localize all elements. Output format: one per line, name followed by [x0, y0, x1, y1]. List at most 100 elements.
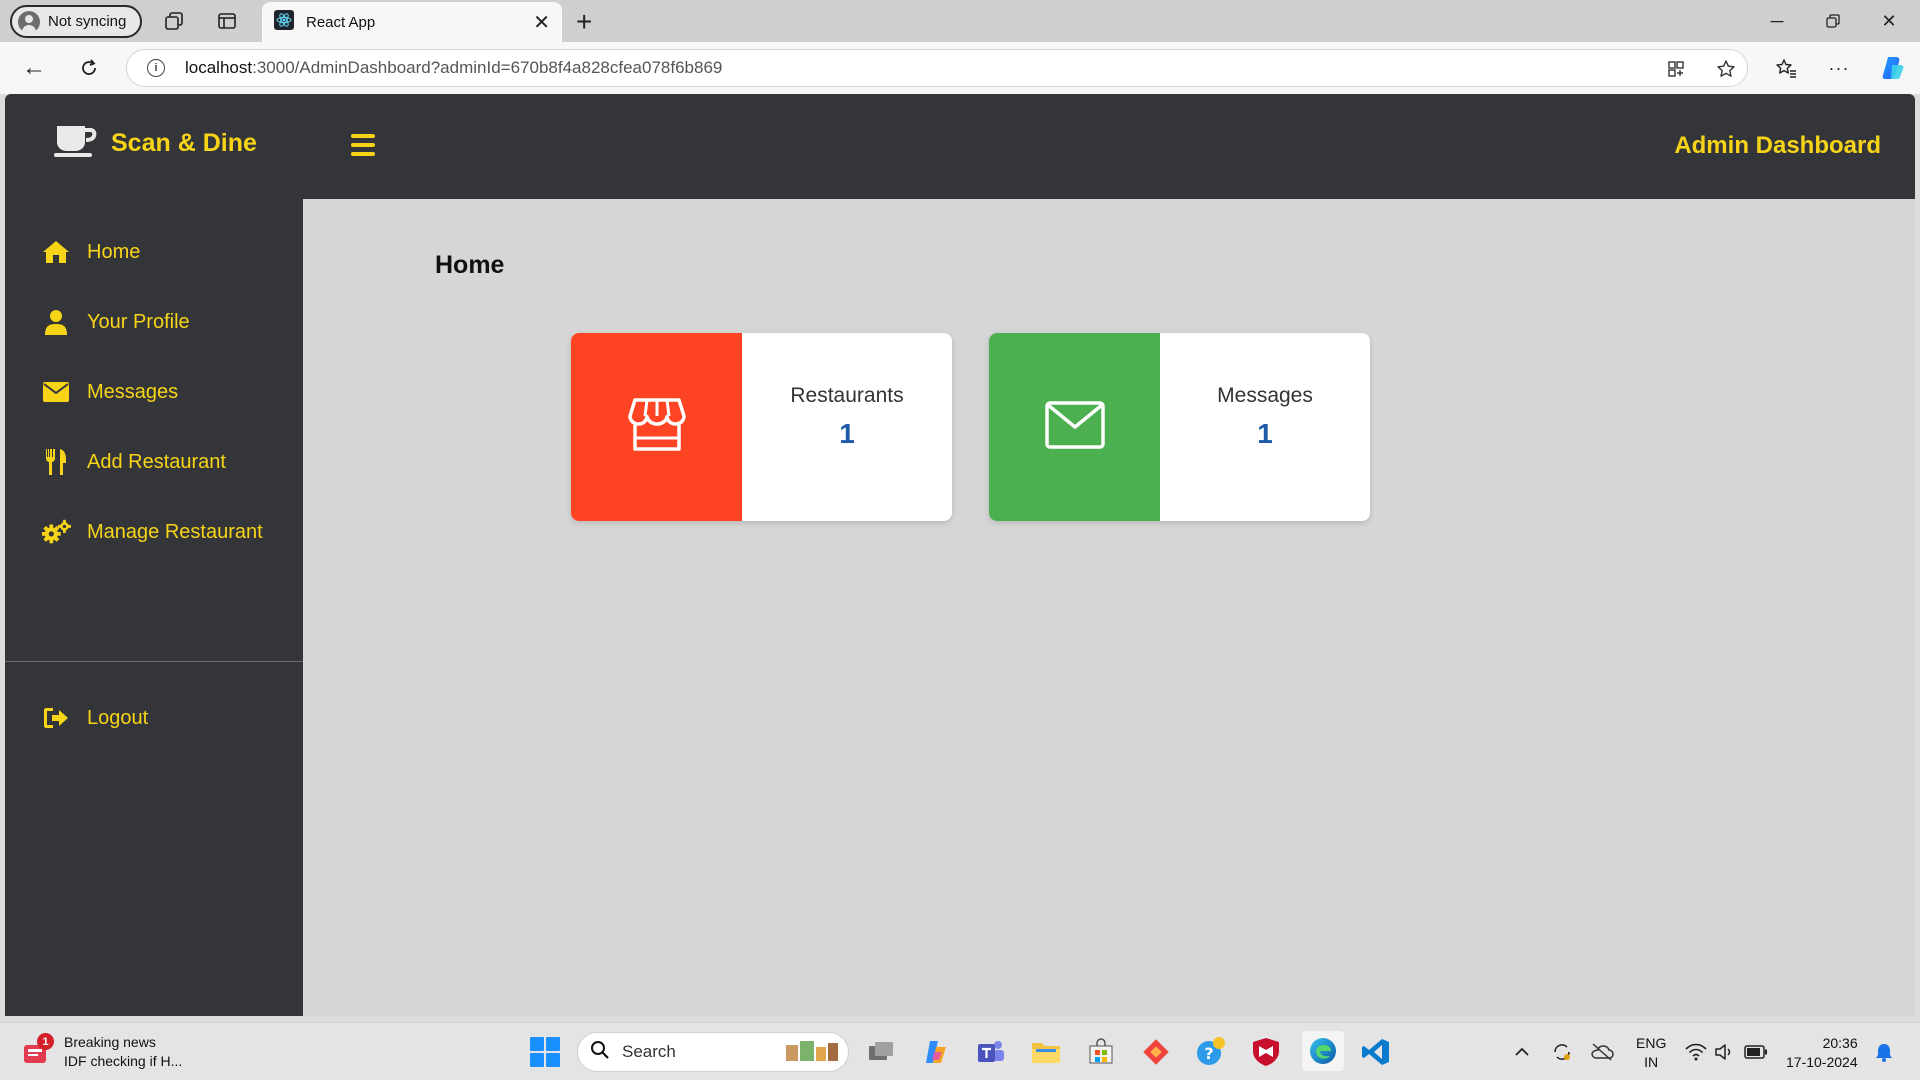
search-icon [590, 1040, 610, 1065]
card-icon-box [989, 333, 1160, 521]
help-icon[interactable]: ? [1194, 1035, 1228, 1069]
sidebar-item-label: Home [87, 240, 141, 263]
sidebar-item-manage-restaurant[interactable]: Manage Restaurant [5, 507, 303, 557]
sync-icon[interactable] [1550, 1040, 1574, 1064]
sign-out-icon [41, 703, 71, 733]
sidebar-item-add-restaurant[interactable]: Add Restaurant [5, 437, 303, 487]
brand-logo[interactable]: Scan & Dine [53, 124, 257, 163]
browser-toolbar: ← i localhost:3000/AdminDashboard?adminI… [0, 42, 1920, 94]
wifi-icon[interactable] [1684, 1040, 1708, 1064]
windows-start-icon[interactable] [530, 1037, 560, 1067]
sidebar-item-logout[interactable]: Logout [5, 693, 303, 743]
favorite-star-icon[interactable] [1715, 58, 1737, 80]
system-clock[interactable]: 20:36 17-10-2024 [1786, 1034, 1858, 1072]
app-header: Scan & Dine Admin Dashboard [5, 94, 1915, 199]
file-explorer-icon[interactable] [1029, 1035, 1063, 1069]
workspaces-icon[interactable] [162, 9, 186, 33]
favorites-icon[interactable] [1772, 54, 1800, 82]
page-title: Home [435, 251, 505, 279]
sidebar: Home Your Profile Messages Add Restauran… [5, 199, 303, 1016]
url-path: :3000/AdminDashboard?adminId=670b8f4a828… [252, 58, 723, 77]
anydesk-icon[interactable] [1139, 1035, 1173, 1069]
url-host: localhost [185, 58, 253, 77]
volume-icon[interactable] [1712, 1040, 1736, 1064]
back-arrow-icon[interactable]: ← [20, 54, 48, 82]
onedrive-offline-icon[interactable] [1590, 1040, 1614, 1064]
menu-toggle-icon[interactable] [351, 134, 375, 156]
cogs-icon [41, 517, 71, 547]
notification-bell-icon[interactable] [1872, 1040, 1896, 1064]
tab-title: React App [306, 13, 376, 31]
app-window: Scan & Dine Admin Dashboard Home Your Pr… [5, 94, 1915, 1016]
messages-card[interactable]: Messages 1 [989, 333, 1370, 521]
store-icon [627, 397, 686, 457]
card-label: Restaurants [790, 384, 904, 407]
chevron-up-icon[interactable] [1510, 1040, 1534, 1064]
reload-icon[interactable] [75, 54, 103, 82]
news-title: Breaking news [64, 1034, 156, 1050]
card-label: Messages [1217, 384, 1313, 407]
restaurants-card[interactable]: Restaurants 1 [571, 333, 952, 521]
header-title: Admin Dashboard [1674, 132, 1881, 159]
windows-taskbar: 1 Breaking news IDF checking if H... Sea… [0, 1022, 1920, 1080]
card-body: Messages 1 [1160, 333, 1370, 521]
language-code: ENG [1636, 1035, 1667, 1051]
region-code: IN [1644, 1054, 1659, 1070]
restore-icon[interactable] [1818, 8, 1848, 34]
main-content: Home Restaurants 1 Messages 1 [303, 199, 1915, 1016]
sidebar-item-label: Messages [87, 380, 179, 403]
news-widget[interactable]: 1 Breaking news IDF checking if H... [22, 1033, 182, 1071]
profile-status-label: Not syncing [48, 13, 127, 30]
brand-name: Scan & Dine [111, 129, 257, 157]
mcafee-icon[interactable] [1249, 1035, 1283, 1069]
sidebar-item-label: Manage Restaurant [87, 520, 263, 543]
envelope-icon [41, 377, 71, 407]
app-available-icon[interactable] [1665, 58, 1687, 80]
tab-close-icon[interactable]: ✕ [533, 10, 550, 35]
news-icon: 1 [22, 1033, 54, 1067]
sidebar-item-messages[interactable]: Messages [5, 367, 303, 417]
url-text[interactable]: localhost:3000/AdminDashboard?adminId=67… [185, 58, 722, 78]
battery-icon[interactable] [1744, 1040, 1768, 1064]
coffee-cup-icon [53, 124, 97, 163]
clock-time: 20:36 [1822, 1035, 1858, 1051]
language-indicator[interactable]: ENG IN [1636, 1034, 1666, 1072]
minimize-icon[interactable]: ─ [1762, 8, 1792, 34]
sidebar-item-home[interactable]: Home [5, 227, 303, 277]
card-icon-box [571, 333, 742, 521]
browser-tab-strip: Not syncing React App ✕ + ─ ✕ [0, 0, 1920, 42]
user-icon [41, 307, 71, 337]
sidebar-item-label: Logout [87, 706, 149, 729]
card-count: 1 [839, 418, 855, 449]
sidebar-item-label: Your Profile [87, 310, 190, 333]
card-body: Restaurants 1 [742, 333, 952, 521]
copilot-taskbar-icon[interactable] [919, 1035, 953, 1069]
react-logo-icon [274, 9, 294, 35]
vertical-tabs-icon[interactable] [215, 9, 239, 33]
taskbar-search[interactable]: Search [577, 1032, 849, 1072]
copilot-icon[interactable] [1879, 54, 1907, 82]
microsoft-store-icon[interactable] [1084, 1035, 1118, 1069]
teams-icon[interactable] [974, 1035, 1008, 1069]
new-tab-icon[interactable]: + [576, 6, 592, 38]
site-info-icon[interactable]: i [147, 59, 165, 77]
news-badge: 1 [37, 1033, 54, 1050]
search-label: Search [622, 1042, 676, 1061]
profile-avatar-icon [18, 10, 40, 33]
close-window-icon[interactable]: ✕ [1874, 8, 1904, 34]
utensils-icon [41, 447, 71, 477]
tab-react-app[interactable]: React App ✕ [262, 2, 562, 42]
sidebar-divider [5, 661, 303, 662]
clock-date: 17-10-2024 [1786, 1054, 1858, 1070]
search-highlight-icon [784, 1037, 840, 1068]
address-bar[interactable]: i localhost:3000/AdminDashboard?adminId=… [126, 49, 1748, 87]
task-view-icon[interactable] [864, 1035, 898, 1069]
vscode-icon[interactable] [1359, 1035, 1393, 1069]
more-options-icon[interactable]: ··· [1825, 54, 1853, 82]
sidebar-item-profile[interactable]: Your Profile [5, 297, 303, 347]
home-icon [41, 237, 71, 267]
card-count: 1 [1257, 418, 1273, 449]
profile-button[interactable]: Not syncing [10, 5, 142, 38]
envelope-icon [1044, 400, 1105, 454]
edge-browser-icon[interactable] [1302, 1031, 1344, 1071]
